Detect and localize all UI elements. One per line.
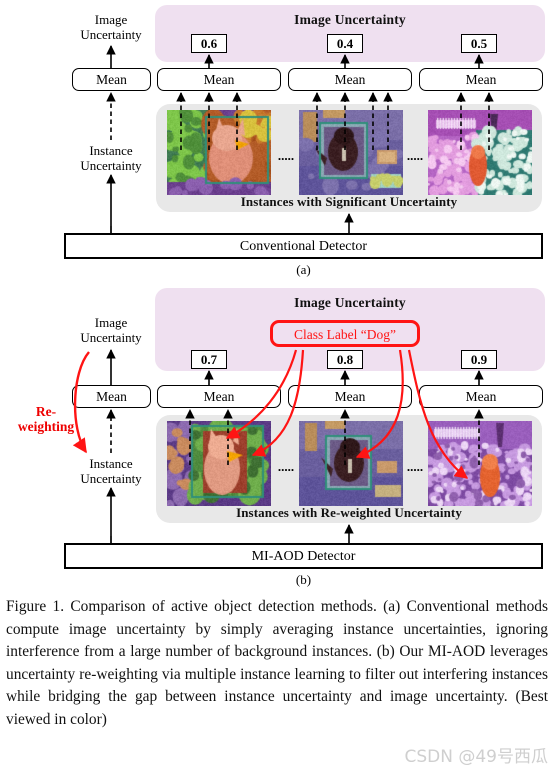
panel-b-ellipsis-0: ..... bbox=[277, 459, 295, 474]
watermark: CSDN @49号西瓜 bbox=[404, 747, 548, 767]
panel-a-thumb-2 bbox=[428, 110, 532, 195]
panel-a-value-0: 0.6 bbox=[191, 34, 227, 53]
panel-a-side-image-line1: Image bbox=[94, 12, 128, 27]
panel-b-instances-title: Instances with Re-weighted Uncertainty bbox=[236, 505, 462, 520]
panel-b-value-2: 0.9 bbox=[461, 350, 497, 369]
panel-a-value-1: 0.4 bbox=[327, 34, 363, 53]
panel-a-mean-1: Mean bbox=[288, 68, 412, 91]
panel-a-value-2: 0.5 bbox=[461, 34, 497, 53]
panel-a-detector: Conventional Detector bbox=[64, 233, 543, 259]
panel-b-side-image-line2: Uncertainty bbox=[80, 330, 142, 345]
panel-b-thumb-2 bbox=[428, 421, 532, 506]
figure-caption: Figure 1. Comparison of active object de… bbox=[6, 598, 548, 728]
panel-b-reweighting-line2: weighting bbox=[17, 419, 75, 434]
panel-b-side-instance-line2: Uncertainty bbox=[80, 471, 142, 486]
panel-b-side-instance-line1: Instance bbox=[89, 456, 133, 471]
panel-a-mean-0: Mean bbox=[157, 68, 281, 91]
panel-b-thumb-1 bbox=[299, 421, 403, 506]
panel-a-mean-2: Mean bbox=[419, 68, 543, 91]
panel-b-detector: MI-AOD Detector bbox=[64, 543, 543, 569]
panel-a-ellipsis-0: ..... bbox=[277, 148, 295, 163]
panel-b-value-1: 0.8 bbox=[327, 350, 363, 369]
panel-b-ellipsis-1: ..... bbox=[406, 459, 424, 474]
panel-a-side-image-uncertainty: Image Uncertainty bbox=[66, 12, 156, 42]
panel-b-mean-1: Mean bbox=[288, 385, 412, 408]
panel-a-side-image-line2: Uncertainty bbox=[80, 27, 142, 42]
panel-b-side-image-line1: Image bbox=[94, 315, 128, 330]
panel-b-image-uncertainty-title: Image Uncertainty bbox=[294, 295, 406, 310]
panel-b-thumb-0 bbox=[167, 421, 271, 506]
panel-a-mean-side: Mean bbox=[72, 68, 151, 91]
panel-b-mean-0: Mean bbox=[157, 385, 281, 408]
figure-1: Image Uncertainty 0.6 0.4 0.5 Image Unce… bbox=[0, 0, 554, 777]
panel-a-ellipsis-1: ..... bbox=[406, 148, 424, 163]
panel-a-side-instance-line1: Instance bbox=[89, 143, 133, 158]
panel-b-value-0: 0.7 bbox=[191, 350, 227, 369]
panel-b-label: (b) bbox=[295, 572, 312, 587]
panel-a-thumb-1 bbox=[299, 110, 403, 195]
panel-a-image-uncertainty-title: Image Uncertainty bbox=[294, 12, 406, 27]
panel-b-reweighting-label: Re- weighting bbox=[4, 404, 88, 434]
panel-a-side-instance-line2: Uncertainty bbox=[80, 158, 142, 173]
panel-b-mean-2: Mean bbox=[419, 385, 543, 408]
panel-a-label: (a) bbox=[296, 262, 311, 277]
panel-b-reweighting-line1: Re- bbox=[35, 404, 57, 419]
panel-a-thumb-0 bbox=[167, 110, 271, 195]
panel-b-side-image-uncertainty: Image Uncertainty bbox=[66, 315, 156, 345]
panel-b-mean-side: Mean bbox=[72, 385, 151, 408]
panel-b-class-label-box: Class Label “Dog” bbox=[270, 320, 420, 347]
panel-a-side-instance-uncertainty: Instance Uncertainty bbox=[66, 143, 156, 173]
panel-b-side-instance-uncertainty: Instance Uncertainty bbox=[66, 456, 156, 486]
panel-a-instances-title: Instances with Significant Uncertainty bbox=[240, 194, 458, 209]
